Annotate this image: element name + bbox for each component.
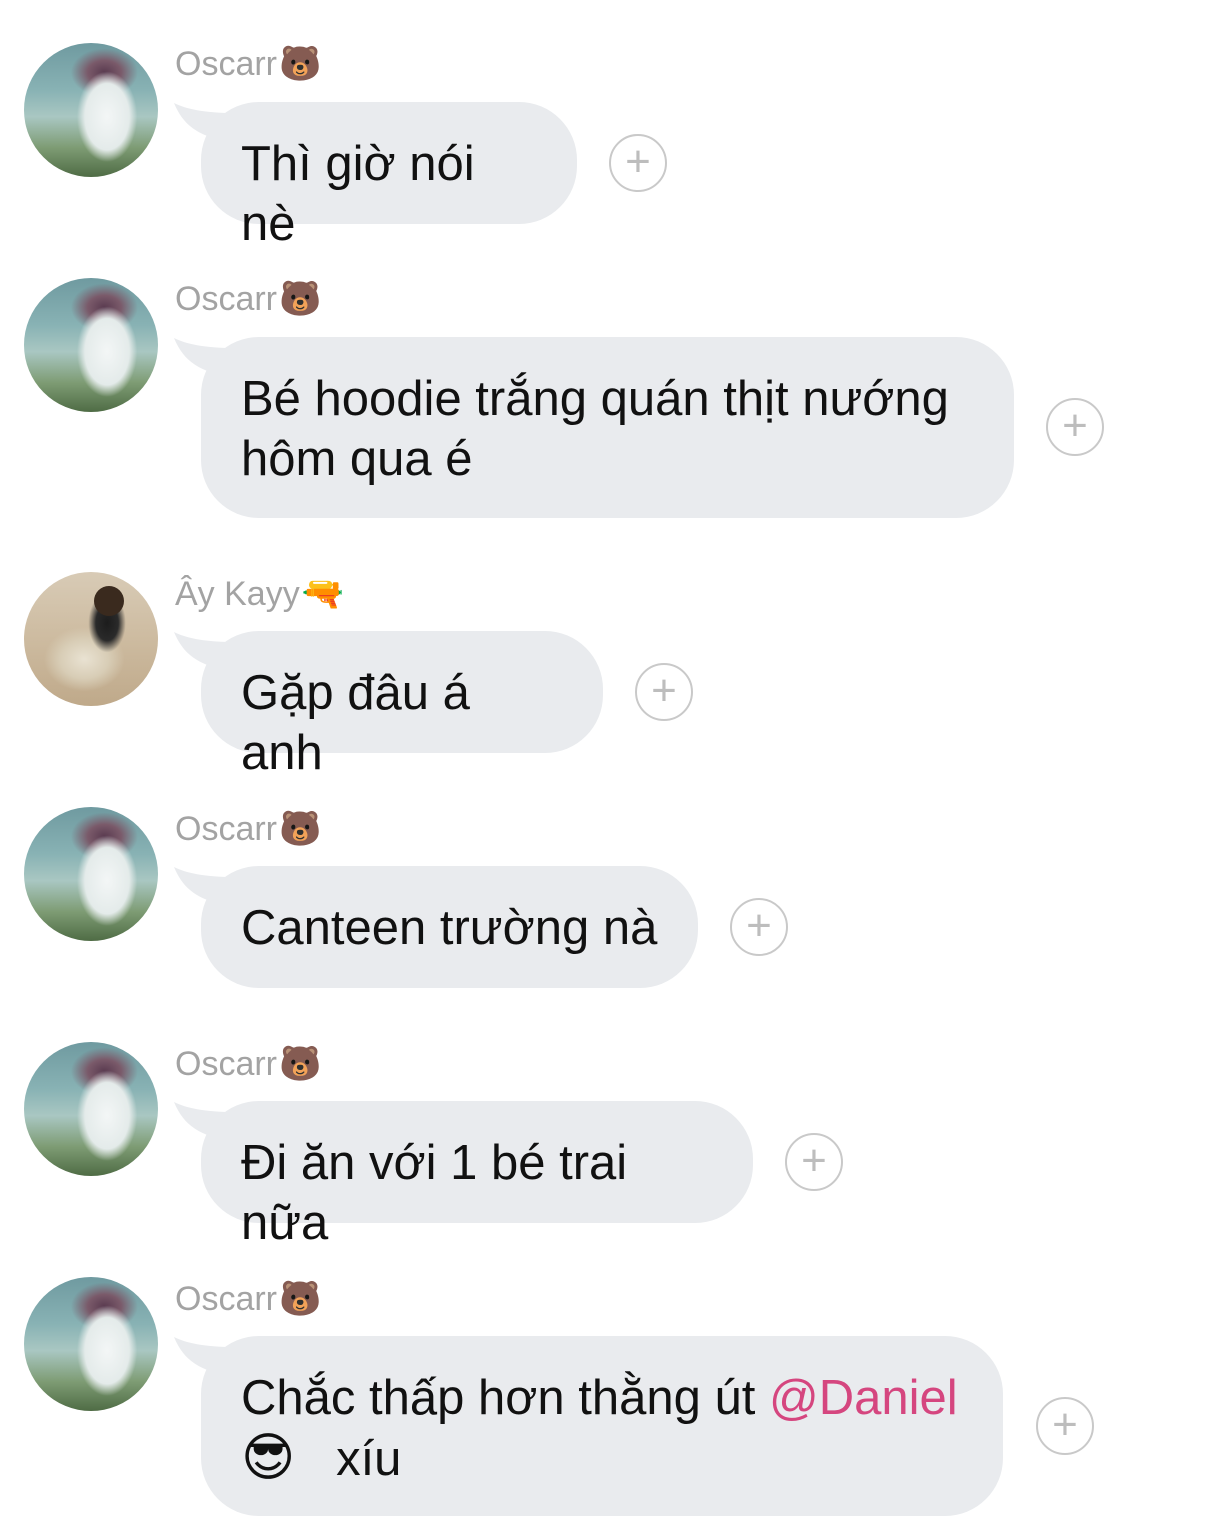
message-text-line: hôm qua é bbox=[241, 432, 473, 486]
message-bubble[interactable]: Chắc thấp hơn thằng út @Daniel 😎 xíu bbox=[201, 1336, 1003, 1516]
sender-name: Oscarr🐻 bbox=[175, 1045, 322, 1083]
message-text-line: 😎 xíu bbox=[241, 1429, 402, 1487]
plus-icon: + bbox=[651, 665, 677, 715]
sender-avatar[interactable] bbox=[24, 43, 158, 177]
sender-name: Ây Kayy🔫 bbox=[175, 575, 345, 613]
message-text-line: Chắc thấp hơn thằng út @Daniel bbox=[241, 1371, 958, 1425]
water-pistol-icon: 🔫 bbox=[301, 575, 345, 613]
message-bubble[interactable]: Đi ăn với 1 bé trai nữa bbox=[201, 1101, 753, 1250]
add-reaction-button[interactable]: + bbox=[635, 663, 693, 721]
message-text: Gặp đâu á anh bbox=[241, 666, 470, 780]
sender-name: Oscarr🐻 bbox=[175, 45, 322, 83]
sender-name: Oscarr🐻 bbox=[175, 1280, 322, 1318]
bear-icon: 🐻 bbox=[279, 45, 322, 83]
sender-avatar[interactable] bbox=[24, 1277, 158, 1411]
add-reaction-button[interactable]: + bbox=[785, 1133, 843, 1191]
message-bubble[interactable]: Canteen trường nà bbox=[201, 866, 698, 988]
bear-icon: 🐻 bbox=[279, 1280, 322, 1318]
bear-icon: 🐻 bbox=[279, 810, 322, 848]
message-bubble[interactable]: Gặp đâu á anh bbox=[201, 631, 603, 780]
sender-name: Oscarr🐻 bbox=[175, 810, 322, 848]
plus-icon: + bbox=[746, 900, 772, 950]
add-reaction-button[interactable]: + bbox=[730, 898, 788, 956]
add-reaction-button[interactable]: + bbox=[609, 134, 667, 192]
message-text-line: Bé hoodie trắng quán thịt nướng bbox=[241, 372, 949, 426]
plus-icon: + bbox=[801, 1135, 827, 1185]
message-text: Thì giờ nói nè bbox=[241, 137, 475, 251]
message-text: Canteen trường nà bbox=[241, 901, 658, 955]
add-reaction-button[interactable]: + bbox=[1036, 1397, 1094, 1455]
message-bubble[interactable]: Bé hoodie trắng quán thịt nướng hôm qua … bbox=[201, 337, 1014, 518]
bear-icon: 🐻 bbox=[279, 1045, 322, 1083]
sender-name: Oscarr🐻 bbox=[175, 280, 322, 318]
message-text: Đi ăn với 1 bé trai nữa bbox=[241, 1136, 628, 1250]
bear-icon: 🐻 bbox=[279, 280, 322, 318]
message-bubble[interactable]: Thì giờ nói nè bbox=[201, 102, 577, 251]
sender-avatar[interactable] bbox=[24, 1042, 158, 1176]
sender-avatar[interactable] bbox=[24, 278, 158, 412]
add-reaction-button[interactable]: + bbox=[1046, 398, 1104, 456]
user-mention-link[interactable]: @Daniel bbox=[769, 1371, 958, 1425]
plus-icon: + bbox=[625, 136, 651, 186]
plus-icon: + bbox=[1062, 400, 1088, 450]
sender-avatar[interactable] bbox=[24, 572, 158, 706]
plus-icon: + bbox=[1052, 1399, 1078, 1449]
sender-avatar[interactable] bbox=[24, 807, 158, 941]
sunglasses-face-icon: 😎 bbox=[241, 1429, 296, 1487]
